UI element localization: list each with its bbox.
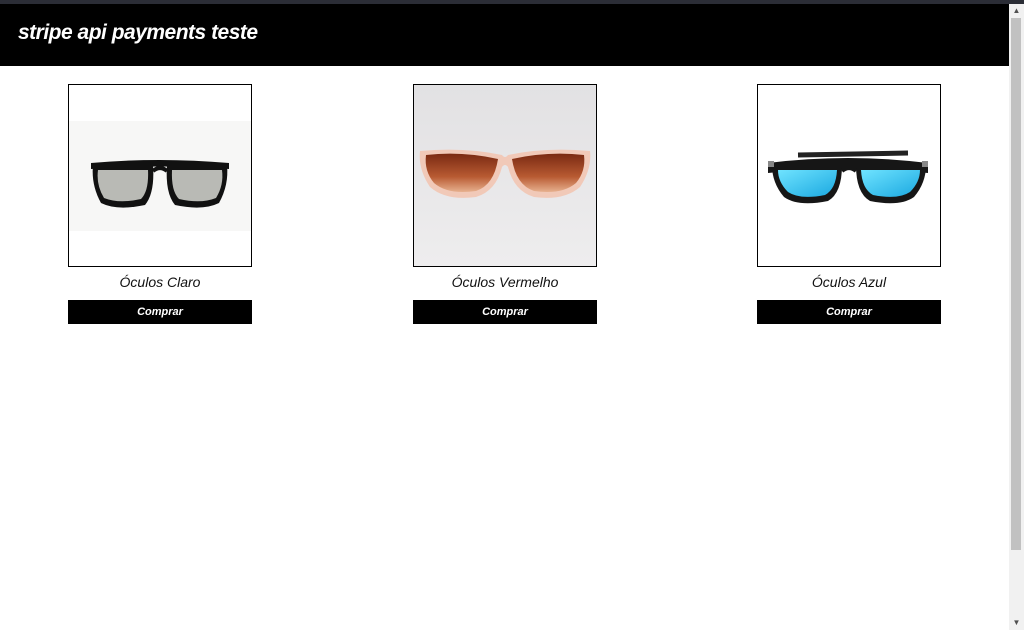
- vertical-scrollbar[interactable]: ▲ ▼: [1009, 4, 1024, 630]
- scrollbar-thumb[interactable]: [1011, 18, 1021, 550]
- product-image: [757, 84, 941, 267]
- sunglasses-red-icon: [414, 85, 596, 266]
- product-image: [68, 84, 252, 267]
- product-list: Óculos Claro Comprar Óculos Vermelho Com…: [0, 84, 1009, 344]
- site-title: stripe api payments teste: [18, 21, 258, 44]
- product-name: Óculos Claro: [119, 274, 201, 290]
- sunglasses-blue-icon: [758, 85, 940, 266]
- buy-button[interactable]: Comprar: [413, 300, 597, 324]
- buy-button[interactable]: Comprar: [757, 300, 941, 324]
- triangle-up-icon[interactable]: ▲: [1009, 4, 1024, 18]
- site-header: stripe api payments teste: [0, 4, 1009, 66]
- product-card: Óculos Azul Comprar: [757, 84, 941, 324]
- product-name: Óculos Vermelho: [451, 274, 559, 290]
- product-card: Óculos Claro Comprar: [68, 84, 252, 324]
- buy-button[interactable]: Comprar: [68, 300, 252, 324]
- sunglasses-clear-icon: [69, 85, 251, 266]
- triangle-down-icon[interactable]: ▼: [1009, 616, 1024, 630]
- product-card: Óculos Vermelho Comprar: [413, 84, 597, 324]
- product-image: [413, 84, 597, 267]
- product-name: Óculos Azul: [811, 274, 887, 290]
